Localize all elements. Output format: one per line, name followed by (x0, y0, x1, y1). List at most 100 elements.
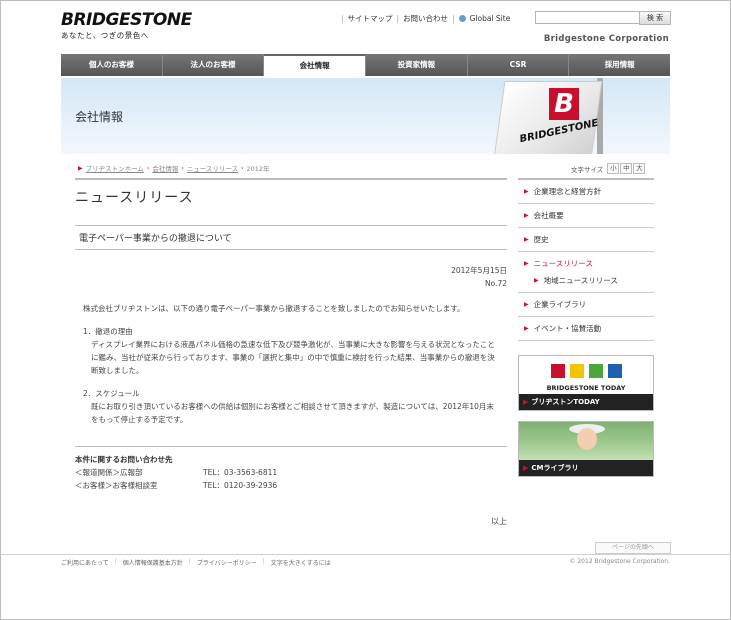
cm-library-label: ▶ CMライブラリ (519, 460, 653, 476)
contact-tel: TEL：0120-39-2936 (203, 481, 278, 490)
page-top-button[interactable]: ページの先頭へ (595, 542, 671, 554)
side-subitem-label: 地域ニュースリリース (543, 276, 618, 285)
article-title: 電子ペーパー事業からの撤退について (75, 225, 507, 250)
contact-title: 本件に関するお問い合わせ先 (75, 455, 173, 464)
bridgestone-sign-image (493, 81, 603, 154)
nav-personal[interactable]: 個人のお客様 (61, 54, 163, 76)
separator: | (188, 558, 191, 565)
breadcrumb-news[interactable]: ニュースリリース (187, 163, 238, 173)
cm-library-label-text: CMライブラリ (531, 464, 579, 472)
arrow-icon: ▶ (524, 260, 529, 267)
today-blue-icon (607, 364, 622, 378)
arrow-icon: ▶ (524, 236, 529, 243)
breadcrumb-arrow-icon: › (146, 164, 150, 172)
side-item-label: 企業理念と経営方針 (533, 187, 602, 196)
breadcrumb-home[interactable]: ブリヂストンホーム (86, 163, 144, 173)
section-text: 既にお取り引き頂いているお客様への供給は個別にお客様とご相談させて頂きますが、製… (91, 402, 494, 424)
footer-divider (0, 554, 731, 555)
today-label: ▶ ブリヂストンTODAY (519, 394, 653, 410)
footer-link-personal-info[interactable]: 個人情報保護基本方針 (123, 558, 183, 567)
today-brand: BRIDGESTONE TODAY (546, 384, 626, 392)
search-button[interactable]: 検 索 (639, 11, 671, 25)
arrow-icon: ▶ (524, 325, 529, 332)
arrow-icon: ▶ (523, 464, 529, 472)
nav-company-info[interactable]: 会社情報 (264, 54, 367, 76)
today-yellow-icon (569, 364, 584, 378)
cm-library-banner[interactable]: ▶ CMライブラリ (518, 421, 654, 477)
main-content: ニュースリリース 電子ペーパー事業からの撤退について 2012年5月15日 No… (75, 178, 507, 527)
page-banner: 会社情報 B BRIDGESTONE (61, 78, 670, 154)
contact-row: ＜報道関係＞広報部 TEL：03-3563-6811 (75, 466, 507, 479)
today-icons (519, 356, 653, 384)
logo-wordmark: BRIDGESTONE (61, 10, 192, 30)
side-item-library[interactable]: ▶ 企業ライブラリ (518, 293, 654, 317)
breadcrumb-arrow-icon: › (241, 164, 244, 172)
nav-careers[interactable]: 採用情報 (569, 54, 671, 76)
breadcrumb-company[interactable]: 会社情報 (152, 163, 178, 173)
sign-b-logo: B (549, 88, 579, 120)
intro-paragraph: 株式会社ブリヂストンは、以下の通り電子ペーパー事業から撤退することを致しましたの… (83, 304, 465, 313)
breadcrumb: ▶ ブリヂストンホーム › 会社情報 › ニュースリリース › 2012年 (75, 163, 270, 174)
font-size-small-button[interactable]: 小 (607, 163, 620, 174)
article-body: 株式会社ブリヂストンは、以下の通り電子ペーパー事業から撤退することを致しましたの… (75, 302, 507, 426)
breadcrumb-current: 2012年 (246, 165, 270, 173)
contact-link[interactable]: お問い合わせ (403, 13, 448, 24)
section-heading: 2．スケジュール (83, 389, 140, 398)
arrow-icon: ▶ (524, 301, 529, 308)
footer-link-privacy[interactable]: プライバシーポリシー (197, 558, 257, 567)
global-nav: 個人のお客様 法人のお客様 会社情報 投資家情報 CSR 採用情報 (61, 54, 671, 76)
separator: | (452, 14, 455, 23)
copyright: © 2012 Bridgestone Corporation. (569, 558, 670, 565)
end-text: 以上 (491, 517, 507, 526)
side-item-label: イベント・協賛活動 (533, 324, 602, 333)
side-item-events[interactable]: ▶ イベント・協賛活動 (518, 317, 654, 341)
child-face-image (577, 428, 597, 450)
side-subitem-regional-news[interactable]: ▶ 地域ニュースリリース (518, 271, 654, 293)
side-item-news[interactable]: ▶ ニュースリリース (518, 252, 654, 271)
banner-title: 会社情報 (75, 110, 124, 124)
font-size-large-button[interactable]: 大 (633, 163, 646, 174)
cm-library-image (519, 422, 653, 460)
font-size-medium-button[interactable]: 中 (620, 163, 633, 174)
utility-links: | サイトマップ | お問い合わせ | Global Site (337, 13, 510, 24)
separator: | (262, 558, 265, 565)
breadcrumb-arrow-icon: ▶ (78, 164, 83, 172)
logo-tagline: あなたと、つぎの景色へ (61, 31, 149, 40)
sitemap-link[interactable]: サイトマップ (348, 13, 393, 24)
side-item-label: 会社概要 (533, 211, 564, 220)
footer-link-text-size[interactable]: 文字を大きくするには (271, 558, 331, 567)
search-input[interactable] (535, 11, 640, 24)
font-size-label: 文字サイズ (571, 165, 604, 174)
contact-tel: TEL：03-3563-6811 (203, 468, 278, 477)
font-size-switcher: 文字サイズ 小 中 大 (571, 163, 646, 174)
bridgestone-logo[interactable]: BRIDGESTONE あなたと、つぎの景色へ (61, 12, 192, 41)
footer-links: ご利用にあたって | 個人情報保護基本方針 | プライバシーポリシー | 文字を大きく… (61, 558, 337, 567)
arrow-icon: ▶ (523, 398, 529, 406)
divider (75, 446, 507, 447)
arrow-icon: ▶ (534, 277, 539, 284)
nav-csr[interactable]: CSR (467, 54, 570, 76)
contact-dept: ＜報道関係＞広報部 (75, 468, 143, 477)
global-site-link[interactable]: Global Site (470, 14, 511, 23)
release-date: 2012年5月15日 (451, 266, 507, 275)
contact-row: ＜お客様＞お客様相談室 TEL：0120-39-2936 (75, 479, 507, 492)
separator: | (341, 14, 344, 23)
contact-block: 本件に関するお問い合わせ先 ＜報道関係＞広報部 TEL：03-3563-6811… (75, 453, 507, 492)
today-green-icon (588, 364, 603, 378)
side-item-philosophy[interactable]: ▶ 企業理念と経営方針 (518, 180, 654, 204)
footer-link-terms[interactable]: ご利用にあたって (61, 558, 109, 567)
side-item-history[interactable]: ▶ 歴史 (518, 228, 654, 252)
arrow-icon: ▶ (524, 212, 529, 219)
side-item-profile[interactable]: ▶ 会社概要 (518, 204, 654, 228)
breadcrumb-arrow-icon: › (181, 164, 184, 172)
separator: | (114, 558, 117, 565)
bridgestone-today-banner[interactable]: BRIDGESTONE TODAY ▶ ブリヂストンTODAY (518, 355, 654, 411)
release-meta: 2012年5月15日 No.72 (75, 264, 507, 290)
nav-business[interactable]: 法人のお客様 (162, 54, 265, 76)
side-nav: ▶ 企業理念と経営方針 ▶ 会社概要 ▶ 歴史 ▶ ニュースリリース ▶ 地域ニュースリリ… (518, 178, 654, 477)
arrow-icon: ▶ (524, 188, 529, 195)
nav-investors[interactable]: 投資家情報 (366, 54, 468, 76)
section-heading: 1．撤退の理由 (83, 327, 133, 336)
side-item-label: ニュースリリース (533, 259, 593, 268)
side-item-label: 歴史 (533, 235, 549, 244)
